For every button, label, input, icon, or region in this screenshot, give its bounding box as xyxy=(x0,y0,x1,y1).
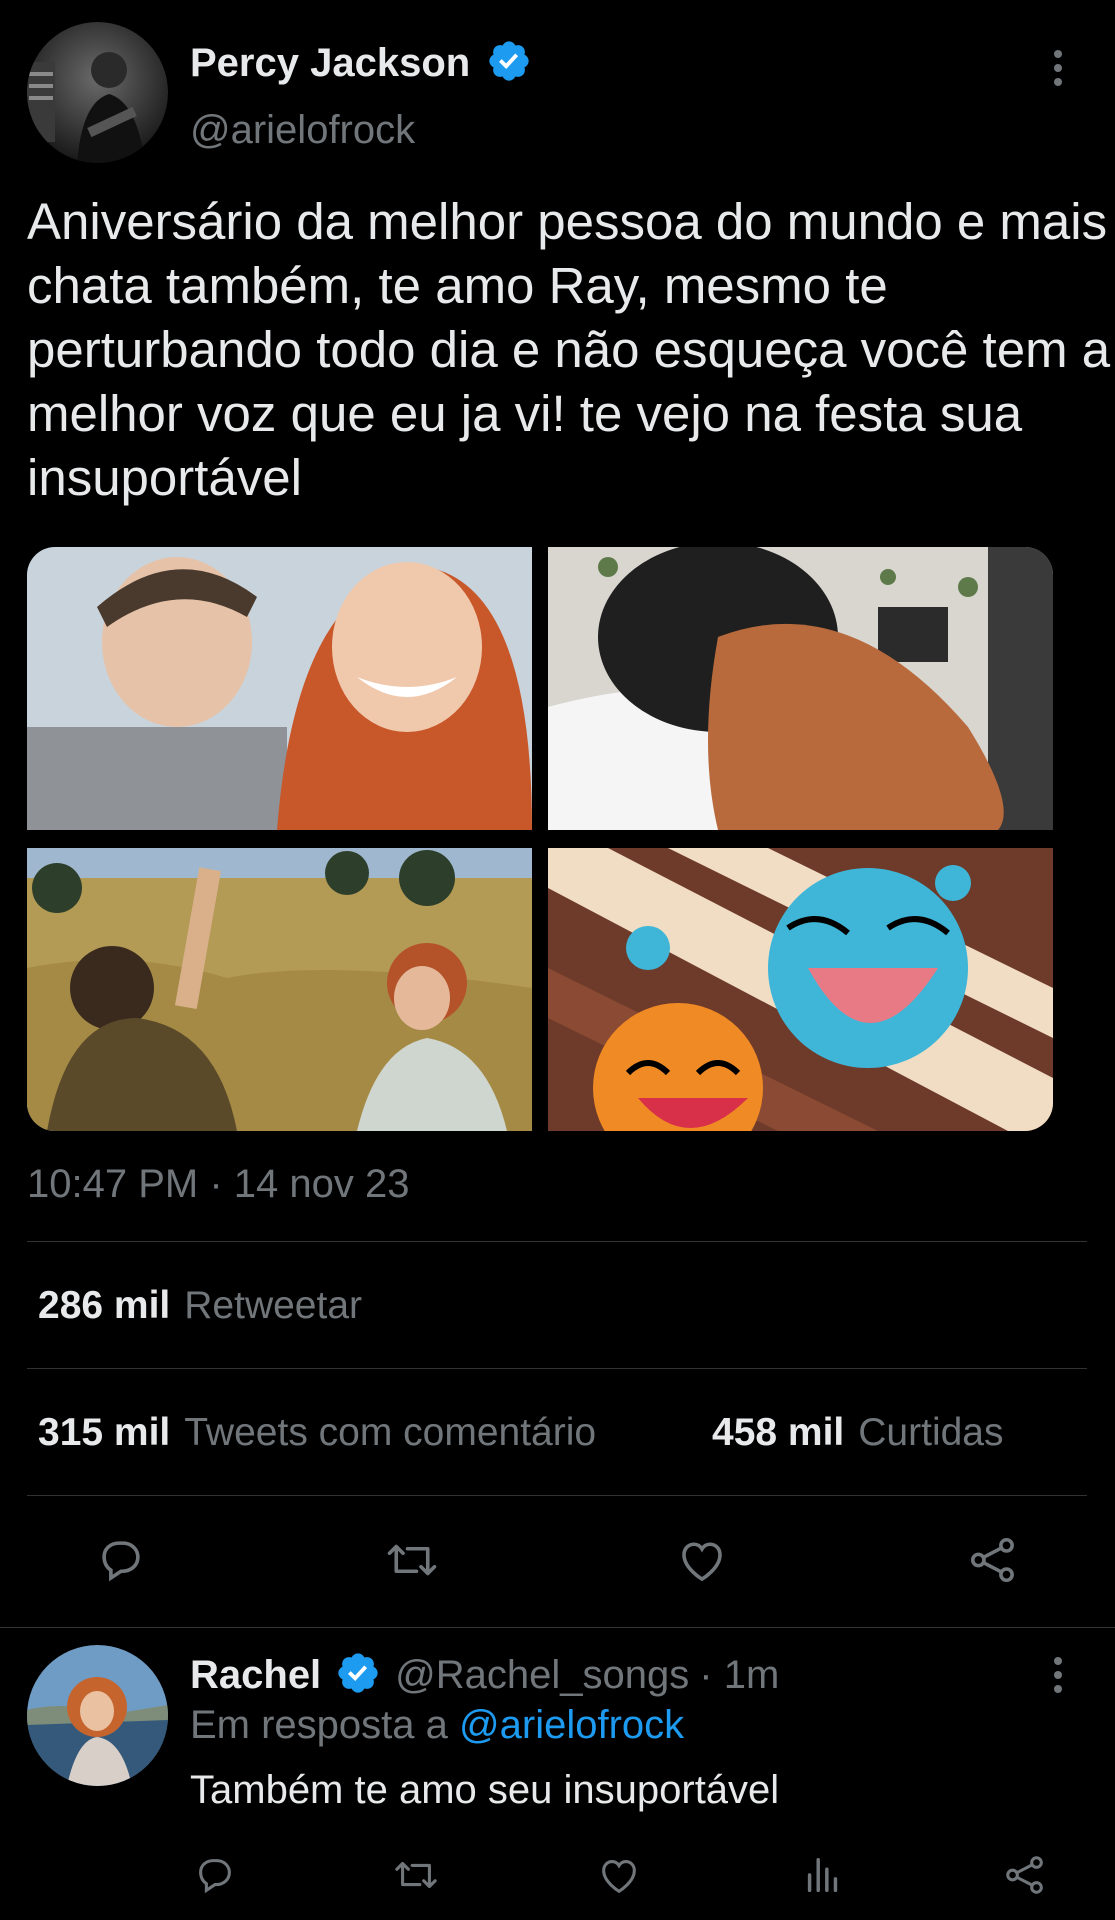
reply-time: · 1m xyxy=(699,1652,780,1697)
replying-handle-link[interactable]: @arielofrock xyxy=(459,1703,684,1747)
tweet-timestamp: 10:47 PM · 14 nov 23 xyxy=(27,1162,410,1206)
quotes-count: 315 mil xyxy=(38,1411,171,1454)
likes-label: Curtidas xyxy=(858,1411,1004,1454)
author-handle[interactable]: @arielofrock xyxy=(190,108,415,153)
like-icon[interactable] xyxy=(675,1533,729,1587)
views-icon[interactable] xyxy=(800,1852,846,1898)
more-icon[interactable] xyxy=(1040,48,1076,88)
likes-stat[interactable]: 458 mil Curtidas xyxy=(712,1411,1004,1455)
reply-icon[interactable] xyxy=(94,1533,148,1587)
reply-retweet-icon[interactable] xyxy=(390,1852,442,1898)
divider xyxy=(27,1368,1087,1369)
retweets-label: Retweetar xyxy=(184,1284,363,1327)
photo-1[interactable] xyxy=(27,547,532,830)
photo-2[interactable] xyxy=(548,547,1053,830)
retweets-count: 286 mil xyxy=(38,1284,171,1327)
tweet-text: Aniversário da melhor pessoa do mundo e … xyxy=(27,193,1111,506)
retweets-stat[interactable]: 286 mil Retweetar xyxy=(38,1284,362,1328)
quotes-label: Tweets com comentário xyxy=(184,1411,597,1454)
reply-reply-icon[interactable] xyxy=(192,1852,238,1898)
reply-text: Também te amo seu insuportável xyxy=(190,1768,780,1812)
photo-4[interactable] xyxy=(548,848,1053,1131)
reply-header[interactable]: Rachel @Rachel_songs · 1m xyxy=(190,1650,779,1700)
reply-like-icon[interactable] xyxy=(596,1852,642,1898)
replying-prefix: Em resposta a xyxy=(190,1703,448,1747)
reply-author-name[interactable]: Rachel xyxy=(190,1653,321,1698)
reply-more-icon[interactable] xyxy=(1040,1655,1076,1695)
reply-author-handle[interactable]: @Rachel_songs xyxy=(395,1653,689,1698)
reply-share-icon[interactable] xyxy=(1002,1852,1048,1898)
photo-3[interactable] xyxy=(27,848,532,1131)
verified-badge-icon xyxy=(335,1650,381,1701)
author-avatar[interactable] xyxy=(27,22,168,163)
replying-to: Em resposta a @arielofrock xyxy=(190,1703,684,1748)
likes-count: 458 mil xyxy=(712,1411,845,1454)
verified-badge-icon xyxy=(486,38,532,89)
author-name-row[interactable]: Percy Jackson xyxy=(190,38,532,88)
quotes-stat[interactable]: 315 mil Tweets com comentário xyxy=(38,1411,596,1455)
divider xyxy=(27,1241,1087,1242)
reply-author-avatar[interactable] xyxy=(27,1645,168,1786)
retweet-icon[interactable] xyxy=(382,1533,442,1587)
section-divider xyxy=(0,1627,1115,1628)
divider xyxy=(27,1495,1087,1496)
author-name[interactable]: Percy Jackson xyxy=(190,41,470,86)
share-icon[interactable] xyxy=(966,1533,1020,1587)
